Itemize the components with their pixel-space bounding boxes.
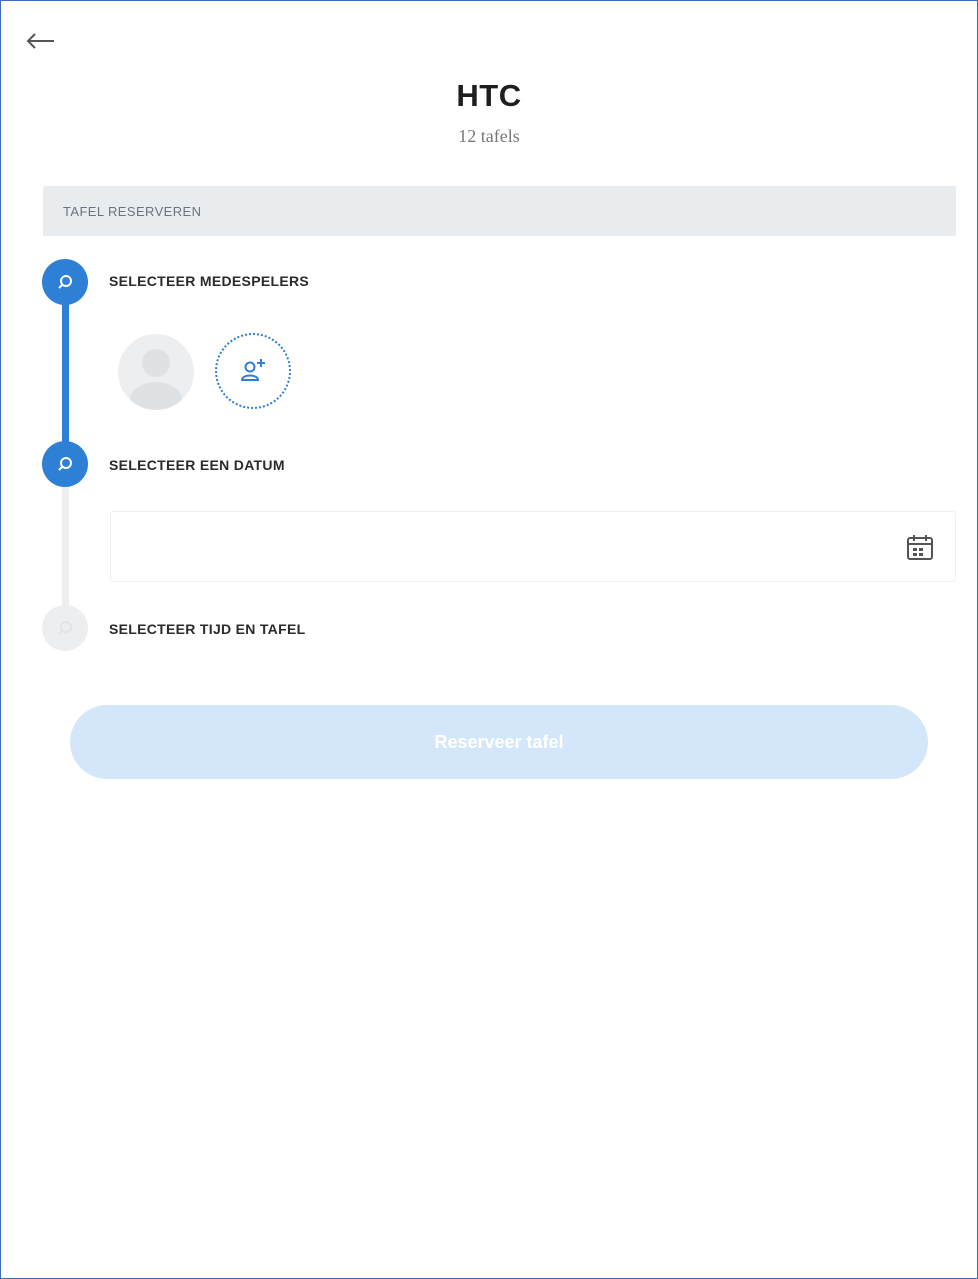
calendar-button[interactable] [905, 532, 935, 562]
user-silhouette-icon [130, 349, 182, 410]
page-subtitle: 12 tafels [458, 126, 520, 146]
step-3-label: SELECTEER TIJD EN TAFEL [109, 621, 306, 637]
page-title: HTC [456, 78, 522, 113]
step-1-indicator [42, 259, 88, 305]
calendar-icon [907, 535, 933, 560]
date-field[interactable] [110, 511, 956, 582]
step-3-indicator [42, 605, 88, 651]
add-player-button[interactable] [215, 333, 291, 409]
timeline-line-2 [62, 464, 69, 628]
add-user-icon [240, 359, 265, 381]
step-1-label: SELECTEER MEDESPELERS [109, 273, 310, 289]
step-2-indicator [42, 441, 88, 487]
back-button[interactable] [24, 28, 58, 54]
search-icon [58, 621, 72, 635]
date-input[interactable] [123, 530, 887, 566]
section-header-label: TAFEL RESERVEREN [63, 204, 202, 219]
reserve-table-button[interactable]: Reserveer tafel [70, 705, 928, 779]
step-2-label: SELECTEER EEN DATUM [109, 457, 285, 473]
timeline-line-1 [62, 284, 69, 464]
avatar [118, 334, 194, 410]
arrow-left-icon [26, 33, 54, 49]
search-icon [58, 275, 72, 289]
section-header: TAFEL RESERVEREN [43, 186, 956, 236]
search-icon [58, 457, 72, 471]
